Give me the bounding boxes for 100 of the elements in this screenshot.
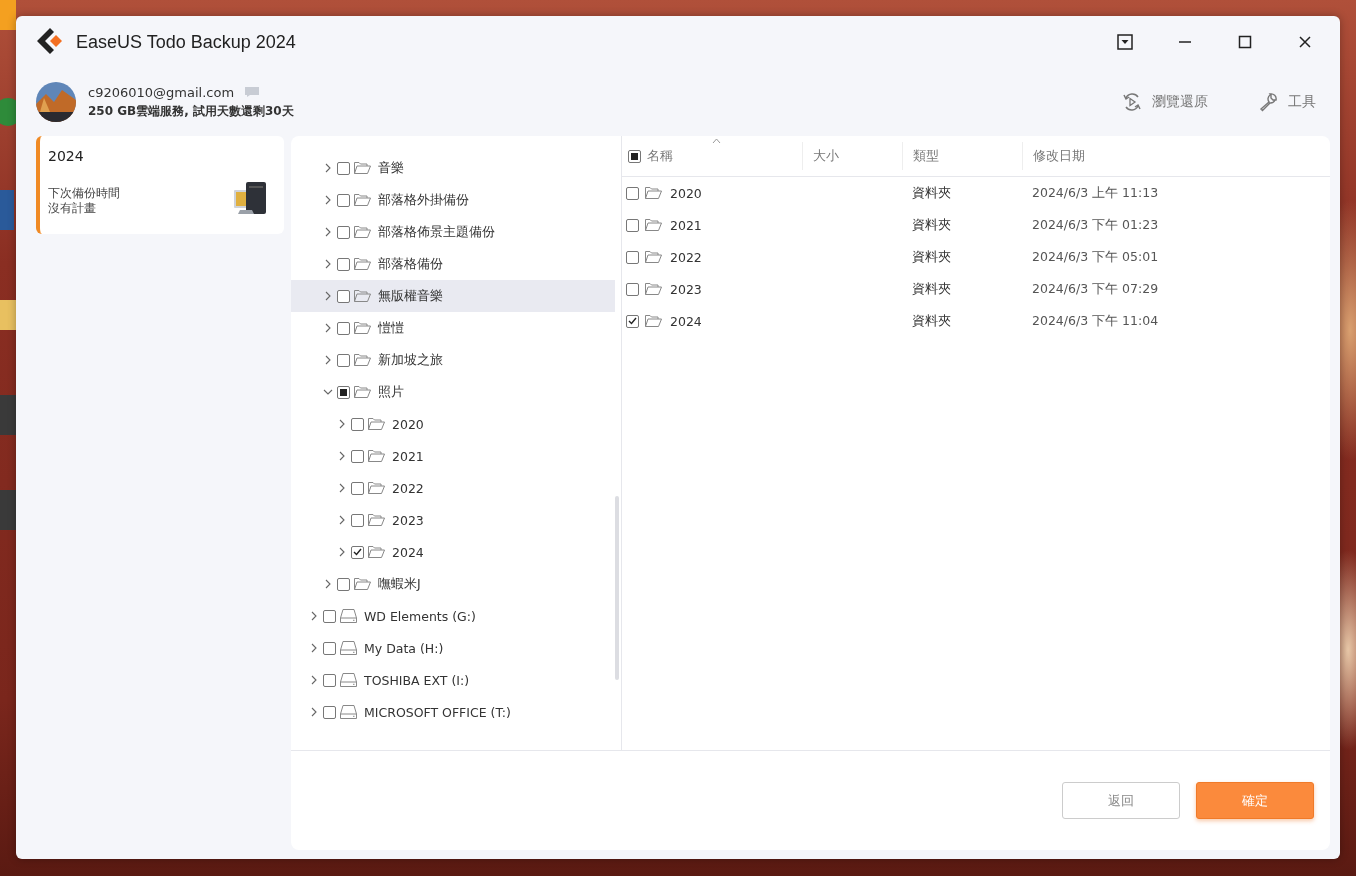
scrollbar[interactable] xyxy=(615,496,619,680)
tree-item-label: My Data (H:) xyxy=(364,640,444,656)
checkbox[interactable] xyxy=(351,449,364,463)
tree-item-label: 部落格外掛備份 xyxy=(378,191,469,209)
chevron-icon[interactable] xyxy=(309,707,319,717)
sort-caret-icon[interactable] xyxy=(712,138,721,144)
chevron-icon[interactable] xyxy=(323,291,333,301)
tree-item[interactable]: 新加坡之旅 xyxy=(291,344,615,376)
maximize-icon xyxy=(1238,35,1252,49)
chevron-icon[interactable] xyxy=(323,387,333,397)
chevron-icon[interactable] xyxy=(337,451,347,461)
folder-icon xyxy=(354,258,371,270)
checkbox[interactable] xyxy=(626,250,639,264)
tree-item-label: 2020 xyxy=(392,416,424,432)
folder-icon xyxy=(354,290,371,302)
account-email: c9206010@gmail.com xyxy=(88,84,235,100)
column-header[interactable]: 修改日期 xyxy=(1033,147,1085,165)
checkbox[interactable] xyxy=(351,417,364,431)
back-button[interactable]: 返回 xyxy=(1062,782,1180,819)
chevron-icon[interactable] xyxy=(309,675,319,685)
checkbox[interactable] xyxy=(337,577,350,591)
tree-item[interactable]: 2020 xyxy=(291,408,615,440)
tree-item-label: 2023 xyxy=(392,512,424,528)
chevron-icon[interactable] xyxy=(323,163,333,173)
drive-icon xyxy=(340,673,357,687)
column-header[interactable]: 類型 xyxy=(913,147,939,165)
chevron-icon[interactable] xyxy=(337,419,347,429)
chevron-icon[interactable] xyxy=(309,643,319,653)
checkbox[interactable] xyxy=(626,186,639,200)
table-cell-text: 2024/6/3 上午 11:13 xyxy=(1031,184,1160,202)
checkbox[interactable] xyxy=(337,353,350,367)
table-cell-text: 2020 xyxy=(669,185,702,201)
tree-item[interactable]: 2024 xyxy=(291,536,615,568)
chevron-icon[interactable] xyxy=(337,515,347,525)
checkbox[interactable] xyxy=(323,705,336,719)
tree-item-label: 新加坡之旅 xyxy=(378,351,443,369)
checkbox[interactable] xyxy=(323,609,336,623)
chevron-icon[interactable] xyxy=(323,323,333,333)
table-cell-text: 2024/6/3 下午 07:29 xyxy=(1031,280,1160,298)
tree-item-label: 嘸蝦米J xyxy=(378,575,421,593)
tree-item[interactable]: 2021 xyxy=(291,440,615,472)
checkbox[interactable] xyxy=(351,481,364,495)
checkbox[interactable] xyxy=(626,314,639,328)
tree-item[interactable]: 無版權音樂 xyxy=(291,280,615,312)
tree-item[interactable]: 部落格外掛備份 xyxy=(291,184,615,216)
folder-icon xyxy=(368,418,385,430)
tree-item-label: MICROSOFT OFFICE (T:) xyxy=(364,704,511,720)
tree-item-label: 2024 xyxy=(392,544,424,560)
tree-item[interactable]: 2022 xyxy=(291,472,615,504)
tree-item-label: 照片 xyxy=(378,383,404,401)
checkbox[interactable] xyxy=(626,218,639,232)
checkbox[interactable] xyxy=(337,257,350,271)
folder-icon xyxy=(354,226,371,238)
column-header[interactable]: 名稱 xyxy=(647,147,673,165)
chevron-icon[interactable] xyxy=(337,483,347,493)
tree-item[interactable]: TOSHIBA EXT (I:) xyxy=(291,664,615,696)
chevron-icon[interactable] xyxy=(323,579,333,589)
checkbox[interactable] xyxy=(337,225,350,239)
storage-info: 250 GB雲端服務, 試用天數還剩30天 xyxy=(88,102,295,120)
wrench-icon xyxy=(1258,92,1278,112)
checkbox[interactable] xyxy=(351,545,364,559)
tree-item[interactable]: 部落格佈景主題備份 xyxy=(291,216,615,248)
tree-item-label: 部落格佈景主題備份 xyxy=(378,223,495,241)
header-action[interactable]: 工具 xyxy=(1254,88,1320,116)
table-cell-text: 資料夾 xyxy=(911,216,952,234)
chevron-icon[interactable] xyxy=(323,355,333,365)
folder-icon xyxy=(645,315,662,327)
chevron-icon[interactable] xyxy=(323,227,333,237)
chevron-icon[interactable] xyxy=(323,259,333,269)
checkbox[interactable] xyxy=(626,282,639,296)
tree-item[interactable]: My Data (H:) xyxy=(291,632,615,664)
table-cell-text: 資料夾 xyxy=(911,312,952,330)
chevron-icon[interactable] xyxy=(323,195,333,205)
folder-icon xyxy=(645,283,662,295)
checkbox[interactable] xyxy=(323,641,336,655)
folder-icon xyxy=(645,251,662,263)
checkbox[interactable] xyxy=(337,289,350,303)
chevron-icon[interactable] xyxy=(309,611,319,621)
tree-item[interactable]: 嘸蝦米J xyxy=(291,568,615,600)
tree-item[interactable]: 愷愷 xyxy=(291,312,615,344)
table-cell-text: 2024/6/3 下午 11:04 xyxy=(1031,312,1160,330)
tree-item[interactable]: MICROSOFT OFFICE (T:) xyxy=(291,696,615,728)
chevron-icon[interactable] xyxy=(337,547,347,557)
table-cell-text: 2021 xyxy=(669,217,702,233)
tree-item[interactable]: WD Elements (G:) xyxy=(291,600,615,632)
tree-item[interactable]: 音樂 xyxy=(291,152,615,184)
plan-title: 2024 xyxy=(48,148,85,164)
tree-item[interactable]: 2023 xyxy=(291,504,615,536)
checkbox[interactable] xyxy=(323,673,336,687)
checkbox[interactable] xyxy=(351,513,364,527)
column-header[interactable]: 大小 xyxy=(813,147,839,165)
checkbox[interactable] xyxy=(337,321,350,335)
checkbox[interactable] xyxy=(337,161,350,175)
tree-item[interactable]: 部落格備份 xyxy=(291,248,615,280)
backup-plan-card[interactable]: 2024 下次備份時間 沒有計畫 xyxy=(36,136,284,234)
tree-item[interactable]: 照片 xyxy=(291,376,615,408)
header-action[interactable]: 瀏覽還原 xyxy=(1118,88,1212,116)
checkbox[interactable] xyxy=(337,193,350,207)
tree-item-label: TOSHIBA EXT (I:) xyxy=(364,672,470,688)
table-cell-text: 資料夾 xyxy=(911,248,952,266)
